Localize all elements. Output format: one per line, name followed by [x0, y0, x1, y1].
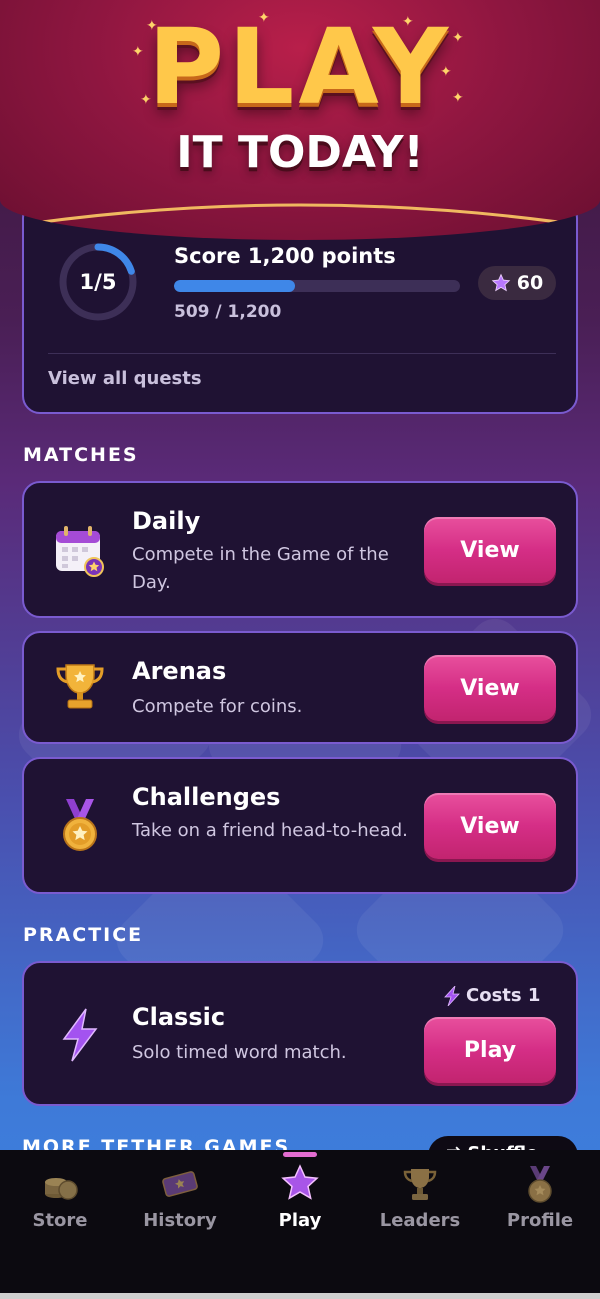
hero-banner: ✦ ✦ ✦ ✦ ✦ ✦ ✦ ✦ ✦ PLAY IT TODAY! — [0, 0, 600, 240]
trophy-icon — [403, 1169, 437, 1200]
hero-subtitle: IT TODAY! — [176, 127, 424, 178]
card-description: Solo timed word match. — [132, 1042, 347, 1063]
hero-title: PLAY — [147, 6, 453, 128]
quest-title: Score 1,200 points — [174, 244, 396, 268]
card-title: Arenas — [132, 657, 227, 685]
medal-icon — [528, 1166, 552, 1203]
lightning-icon — [62, 1008, 98, 1062]
view-all-quests-link[interactable]: View all quests — [48, 368, 202, 389]
cost-text: Costs 1 — [466, 985, 541, 1006]
challenges-view-button[interactable]: View — [424, 793, 556, 859]
card-title: Classic — [132, 1003, 226, 1031]
bottom-tab-bar: Store History Play Leaders Profile — [0, 1150, 600, 1299]
daily-view-button[interactable]: View — [424, 517, 556, 583]
tab-label: Profile — [506, 1210, 574, 1231]
star-icon — [281, 1164, 319, 1200]
classic-play-button[interactable]: Play — [424, 1017, 556, 1083]
card-description: Compete in the Game of the Day. — [132, 544, 389, 593]
tab-store[interactable]: Store — [0, 1164, 120, 1244]
tab-play[interactable]: Play — [240, 1164, 360, 1244]
active-tab-indicator — [283, 1152, 317, 1157]
tab-label: Store — [32, 1210, 88, 1231]
lightning-icon — [444, 985, 460, 1006]
quest-progress-text: 509 / 1,200 — [174, 302, 282, 322]
tab-leaders[interactable]: Leaders — [360, 1164, 480, 1244]
section-title-practice: PRACTICE — [23, 924, 144, 946]
card-title: Daily — [132, 507, 201, 535]
calendar-icon — [56, 526, 104, 577]
tab-label: History — [143, 1210, 217, 1231]
match-card-challenges[interactable]: Challenges Take on a friend head-to-head… — [22, 757, 578, 894]
reward-amount: 60 — [516, 272, 544, 294]
reward-badge: 60 — [478, 266, 556, 300]
quest-count: 1/5 — [79, 270, 117, 294]
star-icon — [491, 273, 511, 292]
practice-card-classic[interactable]: Costs 1 Classic Solo timed word match. P… — [22, 961, 578, 1106]
tab-label: Leaders — [379, 1210, 461, 1231]
quest-progress-fill — [174, 280, 296, 292]
trophy-icon — [56, 664, 104, 709]
arenas-view-button[interactable]: View — [424, 655, 556, 721]
coins-icon — [45, 1178, 78, 1200]
ticket-icon — [162, 1171, 198, 1197]
divider — [48, 353, 556, 354]
tab-label: Play — [278, 1210, 322, 1231]
card-description: Take on a friend head-to-head. — [132, 820, 408, 841]
cost-label: Costs 1 — [444, 985, 540, 1006]
tab-profile[interactable]: Profile — [480, 1164, 600, 1244]
match-card-arenas[interactable]: Arenas Compete for coins. View — [22, 631, 578, 744]
home-indicator — [0, 1293, 600, 1299]
match-card-daily[interactable]: Daily Compete in the Game of the Day. Vi… — [22, 481, 578, 618]
card-title: Challenges — [132, 783, 281, 811]
section-title-matches: MATCHES — [23, 444, 139, 466]
card-description: Compete for coins. — [132, 696, 303, 717]
tab-history[interactable]: History — [120, 1164, 240, 1244]
medal-icon — [63, 799, 97, 851]
hero-arc — [0, 203, 600, 230]
quest-progress-bar — [174, 280, 460, 292]
